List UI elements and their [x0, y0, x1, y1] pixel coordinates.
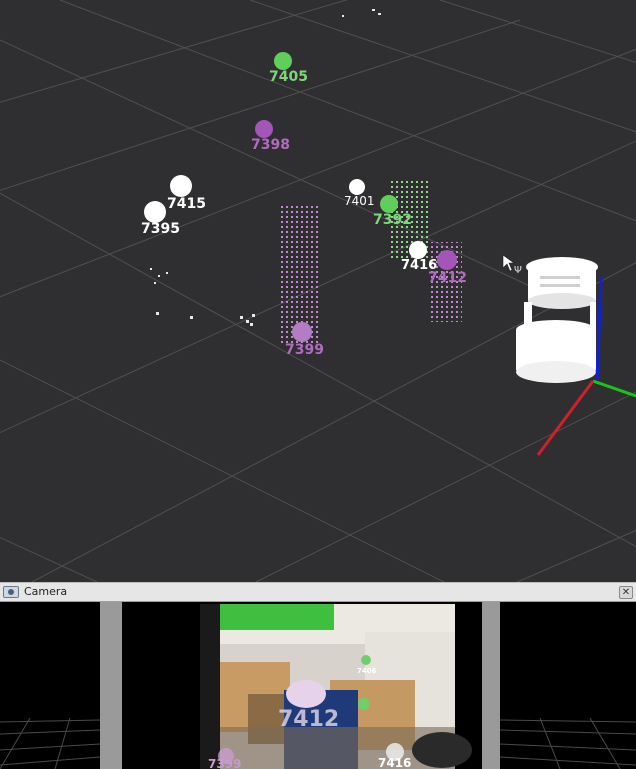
- point-cloud-white-scatter: [150, 9, 381, 326]
- marker-7398[interactable]: 7398: [251, 120, 290, 153]
- axis-y: [592, 379, 636, 398]
- camera-tag-7399: 7399: [208, 757, 241, 769]
- marker-label: 7392: [373, 212, 412, 228]
- camera-panel: Camera ✕ 7406 7412 7416 7399: [0, 582, 636, 769]
- marker-7401[interactable]: 7401: [344, 179, 375, 208]
- camera-icon: [3, 586, 19, 598]
- close-icon[interactable]: ✕: [619, 586, 633, 599]
- svg-text:Ψ: Ψ: [514, 265, 522, 276]
- marker-label: 7395: [141, 221, 180, 237]
- cursor-icon: Ψ: [502, 254, 522, 276]
- marker-label: 7405: [269, 69, 308, 85]
- marker-7405[interactable]: 7405: [269, 52, 308, 85]
- marker-label: 7399: [285, 342, 324, 358]
- camera-tag-7416: 7416: [378, 756, 411, 769]
- camera-panel-title: Camera: [24, 585, 68, 598]
- pillar-left: [100, 602, 122, 769]
- marker-7415[interactable]: 7415: [167, 175, 206, 212]
- axis-z: [595, 277, 603, 381]
- camera-feed: 7406 7412 7416 7399: [0, 602, 636, 769]
- camera-image-view[interactable]: 7406 7412 7416 7399: [0, 602, 636, 769]
- marker-label: 7412: [428, 270, 467, 286]
- robot-model[interactable]: [516, 257, 598, 383]
- pillar-right: [482, 602, 500, 769]
- camera-tag-7406: 7406: [357, 667, 377, 675]
- marker-label: 7398: [251, 137, 290, 153]
- camera-titlebar[interactable]: Camera ✕: [0, 582, 636, 602]
- marker-label: 7415: [167, 196, 206, 212]
- scene-canvas[interactable]: Ψ 7405 7398 7415 7395 7401 7392 7416 741…: [0, 0, 636, 582]
- 3d-viewport[interactable]: Ψ 7405 7398 7415 7395 7401 7392 7416 741…: [0, 0, 636, 582]
- marker-label: 7401: [344, 194, 375, 208]
- camera-tag-7412: 7412: [278, 707, 339, 732]
